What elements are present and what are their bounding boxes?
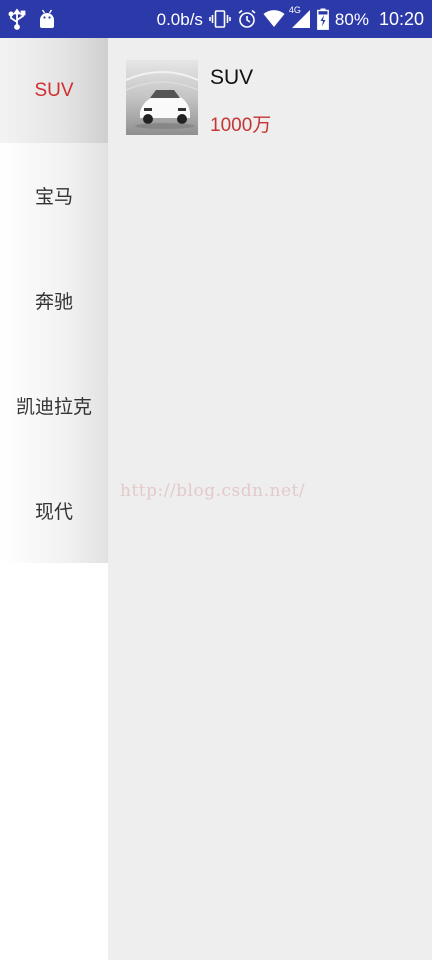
sidebar-item-hyundai[interactable]: 现代 [0, 458, 108, 563]
network-speed: 0.0b/s [156, 9, 203, 29]
car-thumbnail [126, 60, 198, 135]
signal-icon: 4G [289, 5, 311, 29]
status-bar: 0.0b/s 4G 80% 10:20 [0, 0, 432, 38]
network-type: 4G [288, 5, 301, 15]
vibrate-icon [209, 9, 231, 29]
sidebar-item-cadillac[interactable]: 凯迪拉克 [0, 353, 108, 458]
alarm-icon [237, 9, 257, 29]
battery-charging-icon [317, 8, 329, 30]
battery-percent: 80% [334, 9, 369, 29]
product-price: 1000万 [210, 115, 272, 136]
list-item[interactable]: SUV 1000万 [126, 60, 271, 137]
wifi-icon [263, 10, 285, 28]
sidebar-item-suv[interactable]: SUV [0, 38, 108, 143]
product-info: SUV 1000万 [210, 60, 271, 137]
category-sidebar: SUV 宝马 奔驰 凯迪拉克 现代 [0, 38, 108, 960]
android-icon [38, 8, 56, 30]
usb-icon [8, 8, 26, 30]
app-screen: 0.0b/s 4G 80% 10:20 SUV 宝马 奔驰 凯迪拉克 现代 SU… [0, 0, 432, 960]
clock: 10:20 [378, 8, 424, 29]
watermark: http://blog.csdn.net/ [120, 481, 306, 501]
sidebar-item-mercedes[interactable]: 奔驰 [0, 248, 108, 353]
sidebar-item-bmw[interactable]: 宝马 [0, 143, 108, 248]
product-name: SUV [210, 66, 254, 89]
